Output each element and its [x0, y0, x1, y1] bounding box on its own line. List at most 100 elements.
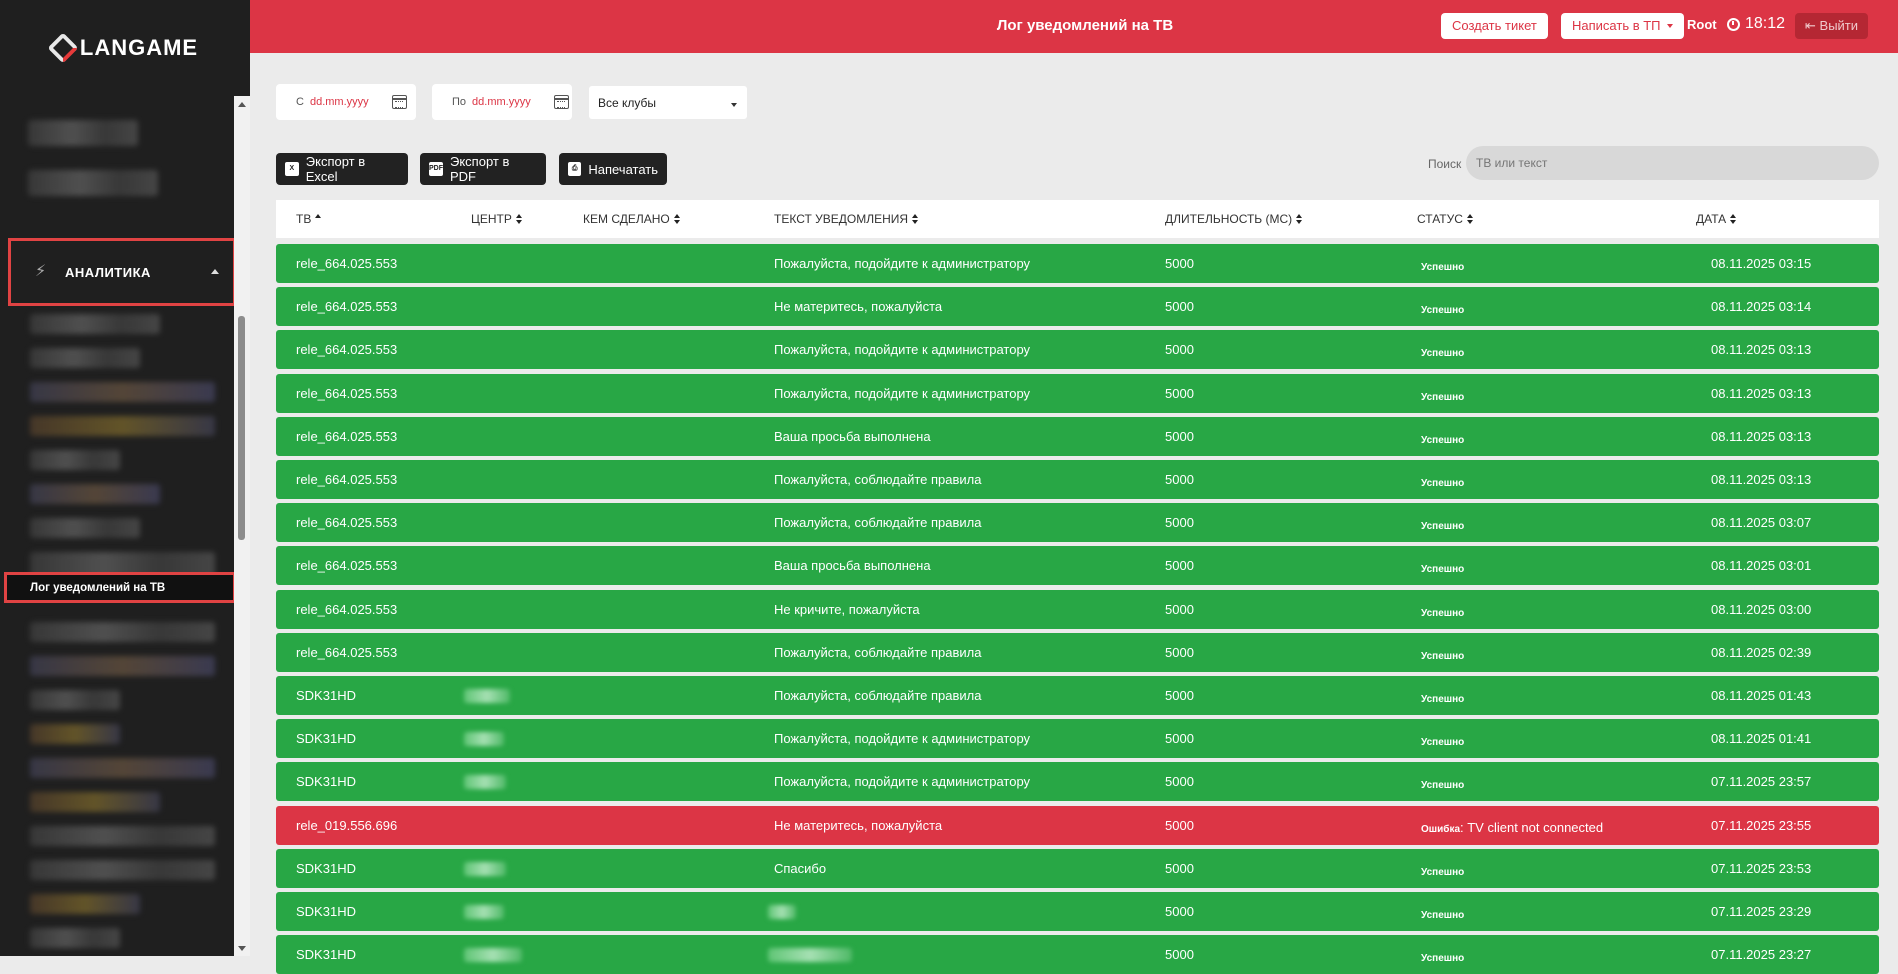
column-header-made-by[interactable]: КЕМ СДЕЛАНО [583, 212, 680, 226]
table-row[interactable]: SDK31HD 5000 Успешно 07.11.2025 23:27 [276, 935, 1879, 974]
scroll-up-icon[interactable] [238, 102, 246, 107]
table-row[interactable]: rele_664.025.553 Пожалуйста, соблюдайте п… [276, 503, 1879, 542]
sidebar-item-blurred[interactable] [30, 860, 215, 880]
sort-icon [673, 214, 680, 224]
cell-status: Успешно [1421, 647, 1464, 662]
table-row[interactable]: SDK31HD Пожалуйста, подойдите к администр… [276, 762, 1879, 801]
sidebar-scrollbar-thumb[interactable] [238, 316, 245, 540]
cell-notification-text: Не кричите, пожалуйста [774, 602, 920, 617]
export-excel-label: Экспорт в Excel [305, 154, 366, 184]
table-row[interactable]: SDK31HD Пожалуйста, соблюдайте правила 500… [276, 676, 1879, 715]
sidebar-item-blurred[interactable] [30, 518, 140, 538]
date-to-field[interactable]: По dd.mm.yyyy [432, 84, 572, 120]
cell-duration: 5000 [1165, 818, 1194, 833]
column-header-tv[interactable]: ТВ [296, 212, 322, 226]
cell-notification-text: Пожалуйста, соблюдайте правила [774, 515, 982, 530]
table-row[interactable]: rele_664.025.553 Пожалуйста, подойдите к … [276, 244, 1879, 283]
logout-button[interactable]: ⇤ Выйти [1795, 13, 1869, 39]
sidebar-item-blurred[interactable] [30, 928, 120, 948]
cell-tv: SDK31HD [296, 774, 356, 789]
print-label: Напечатать [588, 161, 658, 177]
table-row[interactable]: SDK31HD Спасибо 5000 Успешно 07.11.2025 23:5… [276, 849, 1879, 888]
sidebar-item-tv-notification-log[interactable]: Лог уведомлений на ТВ [4, 572, 236, 603]
date-from-field[interactable]: С dd.mm.yyyy [276, 84, 416, 120]
table-row[interactable]: SDK31HD Пожалуйста, подойдите к администр… [276, 719, 1879, 758]
sidebar-item-blurred[interactable] [30, 382, 215, 402]
sidebar-item-blurred[interactable] [30, 724, 120, 744]
sidebar-item-blurred[interactable] [30, 314, 160, 334]
cell-date: 08.11.2025 01:41 [1711, 731, 1812, 746]
table-row[interactable]: rele_664.025.553 Пожалуйста, соблюдайте п… [276, 460, 1879, 499]
cell-tv: rele_664.025.553 [296, 342, 398, 357]
sidebar-item-blurred[interactable] [30, 792, 160, 812]
write-support-button[interactable]: Написать в ТП [1561, 13, 1684, 39]
column-header-duration[interactable]: ДЛИТЕЛЬНОСТЬ (МС) [1165, 212, 1303, 226]
column-header-status[interactable]: СТАТУС [1417, 212, 1473, 226]
sidebar-item-blurred[interactable] [30, 348, 140, 368]
table-row[interactable]: SDK31HD 5000 Успешно 07.11.2025 23:29 [276, 892, 1879, 931]
export-pdf-label: Экспорт в PDF [450, 154, 510, 184]
status-badge: Успешно [1421, 608, 1465, 619]
table-row[interactable]: rele_019.556.696 Не материтесь, пожалуйст… [276, 806, 1879, 845]
logo[interactable]: LANGAME [0, 0, 250, 96]
table-row[interactable]: rele_664.025.553 Не кричите, пожалуйста 50… [276, 590, 1879, 629]
cell-status: Успешно [1421, 258, 1464, 273]
sidebar-section-analytics[interactable]: ⚡ АНАЛИТИКА [8, 238, 236, 306]
sidebar-item-blurred[interactable] [30, 450, 120, 470]
cell-tv: rele_664.025.553 [296, 515, 398, 530]
status-badge: Успешно [1421, 910, 1465, 921]
sidebar-item-blurred[interactable] [30, 894, 140, 914]
sidebar-item-blurred[interactable] [28, 170, 158, 196]
sidebar-item-blurred[interactable] [30, 484, 160, 504]
table-row[interactable]: rele_664.025.553 Пожалуйста, соблюдайте п… [276, 633, 1879, 672]
date-to-input[interactable]: dd.mm.yyyy [472, 96, 550, 108]
sidebar-item-blurred[interactable] [30, 758, 215, 778]
column-header-date[interactable]: ДАТА [1696, 212, 1737, 226]
logo-mark-icon [47, 32, 79, 64]
cell-center-blurred [464, 689, 510, 703]
cell-tv: rele_664.025.553 [296, 256, 398, 271]
cell-duration: 5000 [1165, 861, 1194, 876]
club-select[interactable]: Все клубы [589, 86, 747, 119]
cell-status: Успешно [1421, 388, 1464, 403]
cell-status: Успешно [1421, 431, 1464, 446]
table-row[interactable]: rele_664.025.553 Ваша просьба выполнена 50… [276, 417, 1879, 456]
table-row[interactable]: rele_664.025.553 Пожалуйста, подойдите к … [276, 330, 1879, 369]
calendar-icon[interactable] [391, 95, 407, 109]
cell-duration: 5000 [1165, 429, 1194, 444]
sidebar-item-blurred[interactable] [30, 416, 215, 436]
calendar-icon[interactable] [554, 95, 570, 109]
status-badge: Успешно [1421, 737, 1465, 748]
sidebar-item-blurred[interactable] [30, 826, 215, 846]
cell-duration: 5000 [1165, 904, 1194, 919]
export-excel-button[interactable]: X Экспорт в Excel [276, 153, 408, 185]
create-ticket-button[interactable]: Создать тикет [1441, 13, 1548, 39]
sidebar-item-blurred[interactable] [30, 656, 215, 676]
scroll-down-icon[interactable] [238, 946, 246, 951]
clock: 18:12 [1727, 15, 1785, 33]
sidebar-submenu [0, 300, 234, 592]
cell-notification-text: Пожалуйста, подойдите к администратору [774, 386, 1031, 401]
cell-date: 07.11.2025 23:53 [1711, 861, 1812, 876]
sidebar-item-blurred[interactable] [28, 120, 138, 146]
cell-status: Успешно [1421, 690, 1464, 705]
cell-notification-text: Не материтесь, пожалуйста [774, 818, 943, 833]
sidebar-item-blurred[interactable] [30, 690, 120, 710]
cell-status: Успешно [1421, 344, 1464, 359]
search-input[interactable] [1466, 146, 1879, 180]
column-header-text[interactable]: ТЕКСТ УВЕДОМЛЕНИЯ [774, 212, 919, 226]
logo-text: LANGAME [79, 35, 199, 60]
cell-text-blurred [768, 948, 852, 962]
column-header-center[interactable]: ЦЕНТР [471, 212, 522, 226]
print-button[interactable]: ⎙ Напечатать [559, 153, 667, 185]
sidebar-item-blurred[interactable] [30, 622, 215, 642]
sort-icon [515, 214, 522, 224]
table-row[interactable]: rele_664.025.553 Ваша просьба выполнена 50… [276, 546, 1879, 585]
export-pdf-button[interactable]: PDF Экспорт в PDF [420, 153, 546, 185]
table-row[interactable]: rele_664.025.553 Пожалуйста, подойдите к … [276, 374, 1879, 413]
user-name[interactable]: Root [1687, 17, 1717, 32]
cell-date: 08.11.2025 03:13 [1711, 472, 1812, 487]
cell-duration: 5000 [1165, 256, 1194, 271]
date-from-input[interactable]: dd.mm.yyyy [310, 96, 388, 108]
table-row[interactable]: rele_664.025.553 Не материтесь, пожалуйст… [276, 287, 1879, 326]
